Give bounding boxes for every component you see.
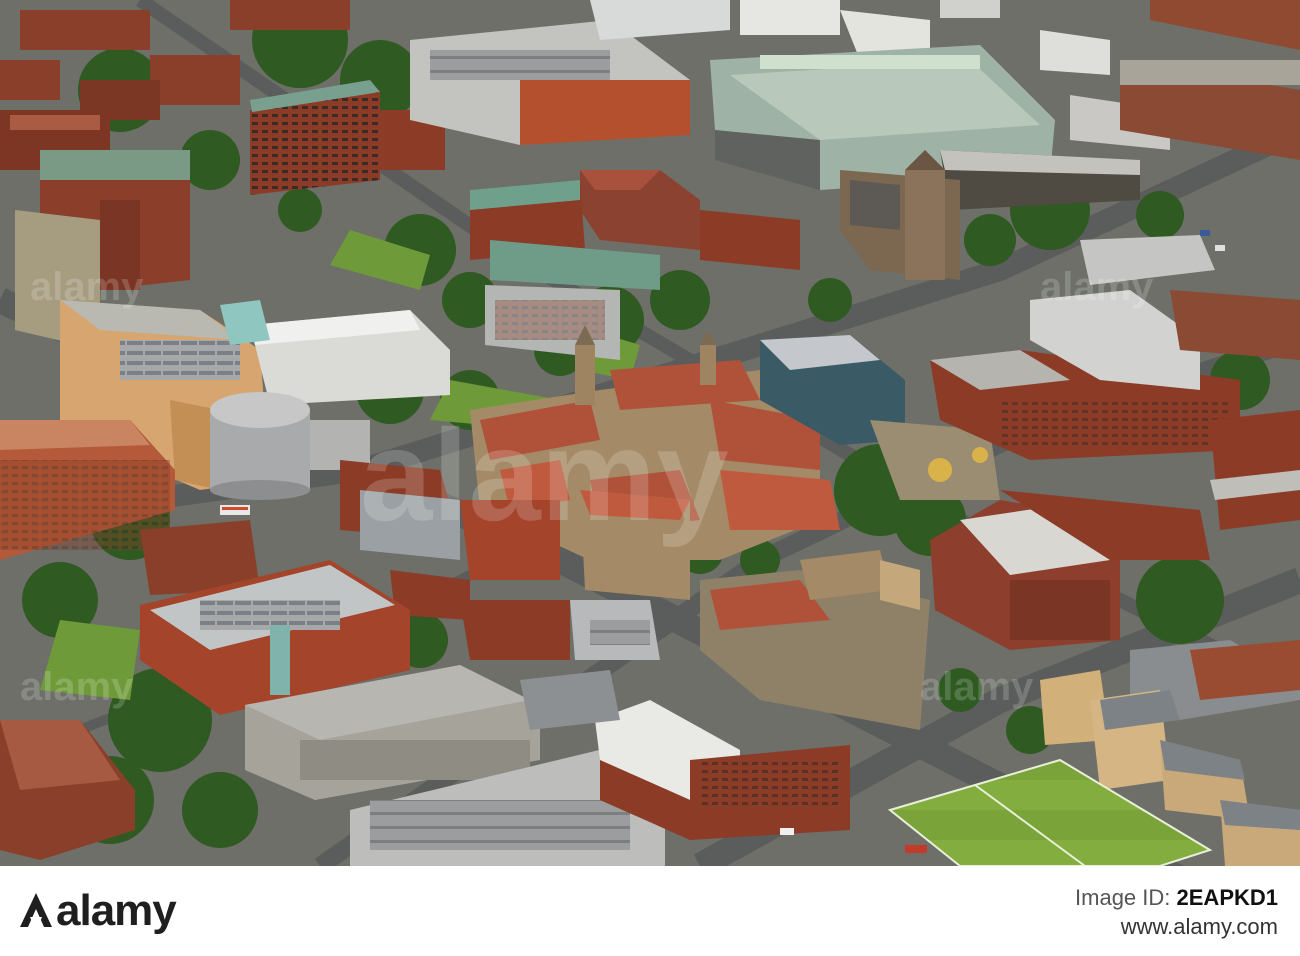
aerial-photo-canvas: alamy alamy alamy alamy alamy [0,0,1300,866]
watermark-tile: alamy [1040,265,1154,309]
watermark-tile: alamy [20,665,134,709]
alamy-logo-text: alamy [56,886,177,935]
site-url-link[interactable]: www.alamy.com [1075,912,1278,942]
stock-credit-bar: alamy Image ID: 2EAPKD1 www.alamy.com [0,866,1300,956]
watermark-center: alamy [360,402,729,548]
watermark-tile: alamy [30,265,144,309]
aerial-photo: alamy alamy alamy alamy alamy [0,0,1300,866]
image-id-line: Image ID: 2EAPKD1 [1075,884,1278,912]
image-info: Image ID: 2EAPKD1 www.alamy.com [1075,884,1278,942]
image-id-label: Image ID: [1075,885,1171,910]
watermark-tile: alamy [920,665,1034,709]
alamy-a-icon [20,893,52,927]
alamy-logo[interactable]: alamy [18,886,177,935]
drum-building [210,392,310,500]
image-id-value: 2EAPKD1 [1176,885,1278,910]
